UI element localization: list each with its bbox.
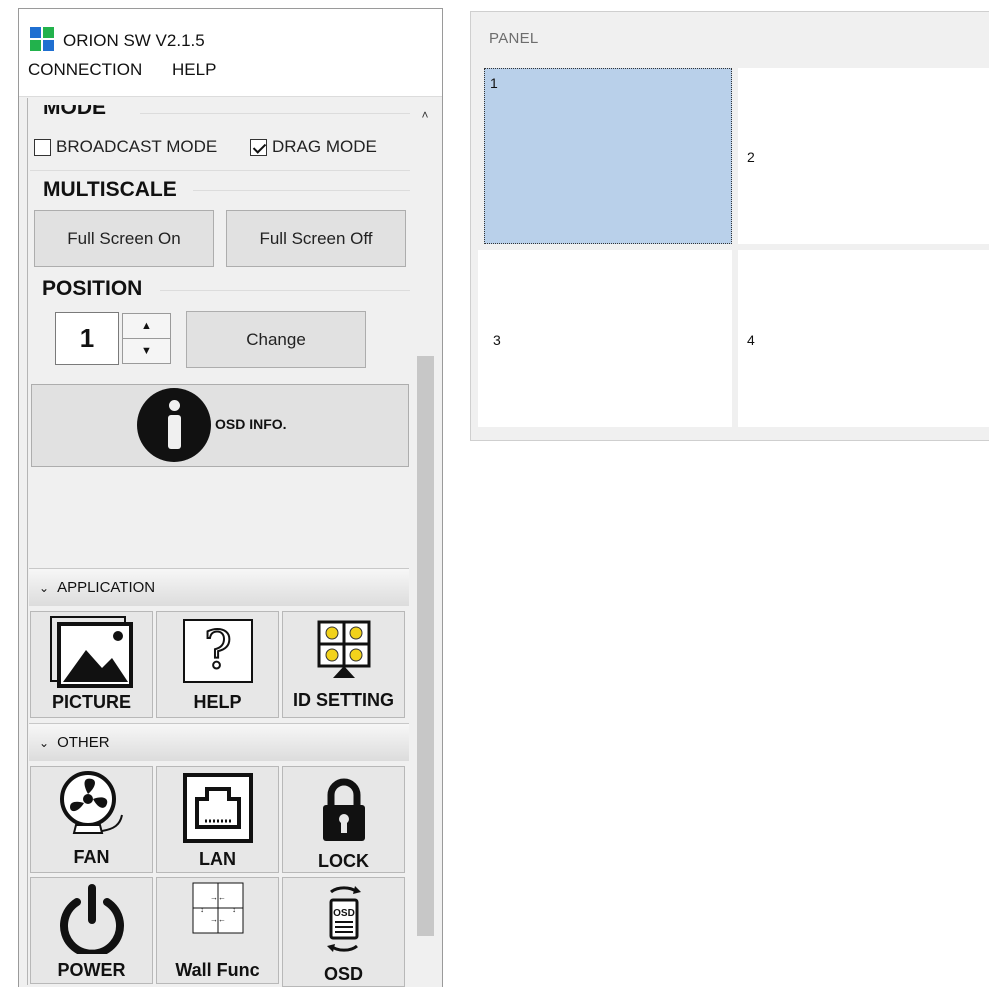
wall-func-tile[interactable]: →← →← ↕ ↕ Wall Func [156,877,279,984]
position-value-field[interactable]: 1 [55,312,119,365]
broadcast-mode-checkbox[interactable]: BROADCAST MODE [34,137,217,157]
svg-text:OSD: OSD [333,908,355,919]
power-icon [31,882,152,954]
vertical-scrollbar[interactable]: ˄ [412,98,438,985]
panel-group: PANEL 1 2 3 4 [470,11,989,441]
help-icon: ? [157,618,278,684]
osd-info-label: OSD INFO. [215,416,287,432]
mode-divider [140,113,410,114]
app-title: ORION SW V2.1.5 [63,31,205,50]
picture-tile[interactable]: PICTURE [30,611,153,718]
picture-icon [31,616,152,688]
panel-cell-number: 3 [493,332,501,348]
panel-cell-1[interactable]: 1 [484,68,732,244]
fan-tile[interactable]: FAN [30,766,153,873]
panel-cell-number: 1 [490,75,498,91]
full-screen-off-button[interactable]: Full Screen Off [226,210,406,267]
lock-icon [283,777,404,843]
panel-cell-number: 4 [747,332,755,348]
other-header-label: OTHER [57,734,110,751]
full-screen-on-button[interactable]: Full Screen On [34,210,214,267]
lock-tile[interactable]: LOCK [282,766,405,873]
panel-title: PANEL [489,30,539,47]
scroll-up-arrow-icon[interactable]: ˄ [412,108,438,128]
osd-label: OSD [323,964,363,984]
panel-cell-3[interactable]: 3 [478,250,732,427]
lan-icon [157,773,278,843]
multiscale-divider [193,190,410,191]
svg-text:?: ? [204,621,232,681]
position-increment-button[interactable]: ▲ [122,313,171,339]
checkbox-box-checked [250,138,267,156]
multiscale-heading: MULTISCALE [43,178,177,201]
osd-icon: OSD [283,880,404,960]
osd-tile[interactable]: OSD OSD [282,877,405,987]
broadcast-mode-label: BROADCAST MODE [56,137,218,156]
id-setting-tile[interactable]: ID SETTING [282,611,405,718]
panel-cell-number: 2 [747,149,755,165]
help-tile[interactable]: ? HELP [156,611,279,718]
lan-tile[interactable]: LAN [156,766,279,873]
svg-text:↕: ↕ [200,905,204,914]
lan-label: LAN [199,849,236,869]
app-logo-icon [30,27,54,51]
position-heading: POSITION [42,277,143,300]
application-group-header[interactable]: ⌄ APPLICATION [29,568,409,606]
multiscale-divider-top [30,170,410,171]
other-group-header[interactable]: ⌄ OTHER [29,723,409,761]
drag-mode-label: DRAG MODE [272,137,377,156]
help-label: HELP [193,692,242,712]
panel-cell-4[interactable]: 4 [738,250,989,427]
svg-text:↕: ↕ [232,905,236,914]
position-divider [160,290,410,291]
position-decrement-button[interactable]: ▼ [122,338,171,364]
id-setting-icon [283,620,404,680]
menu-help[interactable]: HELP [172,60,216,80]
fan-icon [31,771,152,843]
lock-label: LOCK [318,851,369,871]
scrollbar-thumb[interactable] [417,356,434,936]
svg-text:→←: →← [210,915,226,924]
id-setting-label: ID SETTING [292,690,394,710]
checkbox-box [34,138,51,156]
wall-func-label: Wall Func [175,960,260,980]
chevron-double-down-icon: ⌄ [39,735,50,750]
menu-connection[interactable]: CONNECTION [28,60,142,80]
panel-cell-2[interactable]: 2 [738,68,989,244]
title-bar: ORION SW V2.1.5 [19,9,442,63]
wall-func-icon: →← →← ↕ ↕ [157,882,278,934]
picture-label: PICTURE [51,692,131,712]
drag-mode-checkbox[interactable]: DRAG MODE [250,137,377,157]
info-icon [137,388,211,462]
power-tile[interactable]: POWER [30,877,153,984]
power-label: POWER [57,960,126,980]
change-position-button[interactable]: Change [186,311,366,368]
svg-text:→←: →← [210,893,226,902]
application-header-label: APPLICATION [57,579,156,596]
chevron-double-down-icon: ⌄ [39,580,50,595]
fan-label: FAN [73,847,110,867]
